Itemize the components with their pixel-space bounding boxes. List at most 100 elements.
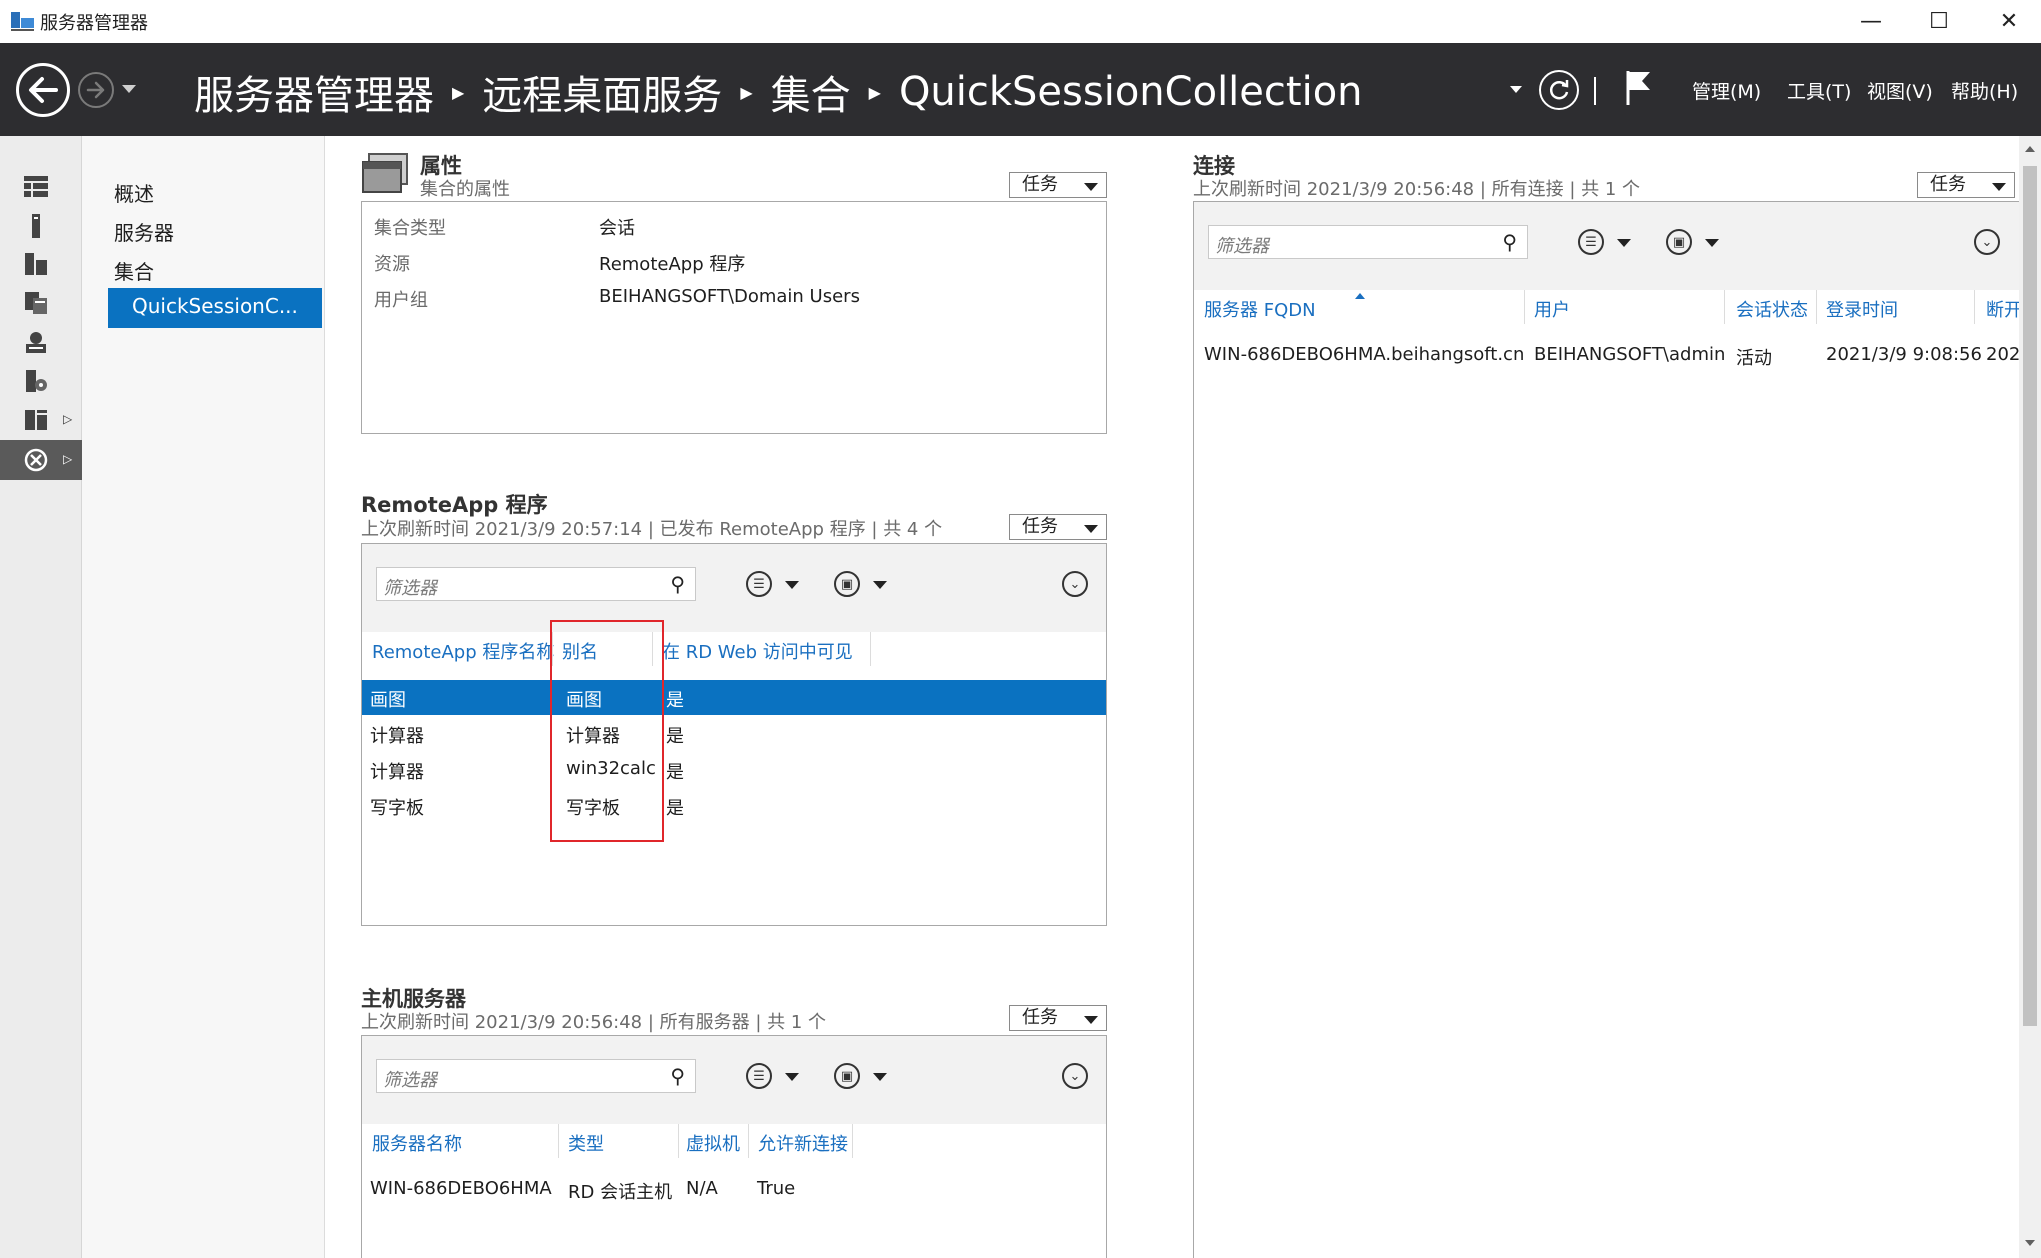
column-header[interactable]: 断开 [1986,296,2022,322]
search-icon: ⚲ [670,572,685,596]
table-cell[interactable]: 2021/3/9 9:08:56 [1826,344,1982,365]
expand-arrow-icon[interactable]: ▷ [63,452,72,466]
prop-value: 会话 [599,218,635,239]
nav-item-collections[interactable]: 集合 [114,256,154,285]
scroll-down-icon[interactable] [2025,1240,2035,1246]
arrow-left-icon [29,77,58,103]
table-cell[interactable]: WIN-686DEBO6HMA.beihangsoft.cn [1204,344,1524,365]
properties-subtitle: 集合的属性 [420,179,510,200]
chevron-down-icon[interactable] [785,1073,799,1081]
table-cell[interactable]: RD 会话主机 [568,1178,672,1204]
remoteapp-panel: 筛选器 ⚲ ☰ ▣ ⌄ RemoteApp 程序名称 别名 在 RD Web 访问… [361,543,1107,926]
column-header[interactable]: 用户 [1534,296,1570,322]
properties-panel: 集合类型 会话 资源 RemoteApp 程序 用户组 BEIHANGSOFT\… [361,201,1107,434]
remote-desktop-services-icon[interactable] [22,446,50,474]
hosts-tasks-button[interactable]: 任务 [1009,1005,1107,1031]
scroll-up-icon[interactable] [2025,146,2035,152]
scrollbar-thumb[interactable] [2023,166,2037,1026]
prop-value: BEIHANGSOFT\Domain Users [599,286,860,307]
table-cell[interactable]: 202 [1986,344,2020,365]
save-query-icon[interactable]: ▣ [1666,229,1692,255]
table-cell[interactable]: True [757,1178,795,1199]
notifications-button[interactable] [1624,69,1654,112]
back-button[interactable] [16,63,70,117]
save-query-icon[interactable]: ▣ [834,1063,860,1089]
remoteapp-tasks-button[interactable]: 任务 [1009,514,1107,540]
connections-filter-input[interactable]: 筛选器 ⚲ [1208,225,1528,259]
save-query-icon[interactable]: ▣ [834,571,860,597]
history-dropdown[interactable] [122,77,136,98]
list-options-icon[interactable]: ☰ [746,571,772,597]
menu-view[interactable]: 视图(V) [1867,77,1933,104]
expand-arrow-icon[interactable]: ▷ [63,412,72,426]
table-cell[interactable]: 是 [666,722,684,748]
chevron-down-icon [122,85,136,93]
column-header[interactable]: 会话状态 [1736,296,1808,322]
table-cell[interactable]: 写字板 [370,794,424,820]
table-cell[interactable]: 是 [666,758,684,784]
nav-item-overview[interactable]: 概述 [114,178,154,207]
nav-item-quicksession[interactable]: QuickSessionC... [108,288,322,328]
forward-button[interactable] [78,72,114,108]
column-divider [1816,290,1817,324]
dashboard-icon[interactable] [22,173,50,201]
table-cell[interactable]: N/A [686,1178,718,1199]
breadcrumb-item[interactable]: 远程桌面服务 [482,63,722,121]
connections-tasks-button[interactable]: 任务 [1917,172,2015,198]
iis-icon[interactable] [22,367,50,395]
all-servers-icon[interactable] [22,250,50,278]
column-header[interactable]: 虚拟机 [686,1130,740,1156]
server-manager-icon [11,12,34,31]
table-cell[interactable]: WIN-686DEBO6HMA [370,1178,552,1199]
minimize-button[interactable]: — [1841,0,1901,43]
list-options-icon[interactable]: ☰ [1578,229,1604,255]
column-header[interactable]: 在 RD Web 访问中可见 [662,638,853,664]
menu-manage[interactable]: 管理(M) [1692,77,1761,104]
local-server-icon[interactable] [22,212,50,240]
chevron-down-icon[interactable] [873,581,887,589]
maximize-button[interactable]: ☐ [1909,0,1969,43]
column-header[interactable]: RemoteApp 程序名称 [372,638,554,664]
table-cell[interactable]: 计算器 [370,722,424,748]
column-header[interactable]: 允许新连接 [758,1130,848,1156]
remote-desktop-group-icon[interactable] [22,406,50,434]
remoteapp-filter-input[interactable]: 筛选器 ⚲ [376,567,696,601]
column-header[interactable]: 服务器名称 [372,1130,462,1156]
expand-section-icon[interactable]: ⌄ [1062,1063,1088,1089]
breadcrumb-item[interactable]: 服务器管理器 [194,63,434,121]
table-cell[interactable]: 活动 [1736,344,1772,370]
vertical-scrollbar[interactable] [2019,136,2041,1258]
table-row-selected[interactable] [362,680,1106,715]
hosts-toolbar: 筛选器 ⚲ ☰ ▣ ⌄ [362,1036,1106,1124]
chevron-down-icon[interactable] [1705,239,1719,247]
ad-services-icon[interactable] [22,328,50,356]
menu-help[interactable]: 帮助(H) [1951,77,2018,104]
alias-column-highlight [550,620,664,842]
chevron-down-icon[interactable] [785,581,799,589]
app-header: 服务器管理器 ▶ 远程桌面服务 ▶ 集合 ▶ QuickSessionColle… [0,43,2041,136]
chevron-down-icon[interactable] [873,1073,887,1081]
chevron-down-icon [1992,183,2006,191]
expand-section-icon[interactable]: ⌄ [1974,229,2000,255]
list-options-icon[interactable]: ☰ [746,1063,772,1089]
refresh-dropdown[interactable] [1510,86,1522,93]
hosts-filter-input[interactable]: 筛选器 ⚲ [376,1059,696,1093]
refresh-button[interactable] [1539,70,1579,110]
table-cell[interactable]: 计算器 [370,758,424,784]
close-button[interactable]: ✕ [1979,0,2039,43]
file-storage-icon[interactable] [22,289,50,317]
table-cell[interactable]: BEIHANGSOFT\admin [1534,344,1725,365]
breadcrumb-item[interactable]: 集合 [771,63,851,121]
column-header[interactable]: 服务器 FQDN [1204,296,1316,322]
chevron-down-icon[interactable] [1617,239,1631,247]
nav-item-servers[interactable]: 服务器 [114,217,174,246]
column-divider [870,632,871,666]
column-header[interactable]: 登录时间 [1826,296,1898,322]
table-cell[interactable]: 是 [666,794,684,820]
expand-section-icon[interactable]: ⌄ [1062,571,1088,597]
column-header[interactable]: 类型 [568,1130,604,1156]
menu-tools[interactable]: 工具(T) [1787,77,1851,104]
column-divider [1974,290,1975,324]
sort-ascending-icon [1355,293,1365,299]
properties-tasks-button[interactable]: 任务 [1009,172,1107,198]
